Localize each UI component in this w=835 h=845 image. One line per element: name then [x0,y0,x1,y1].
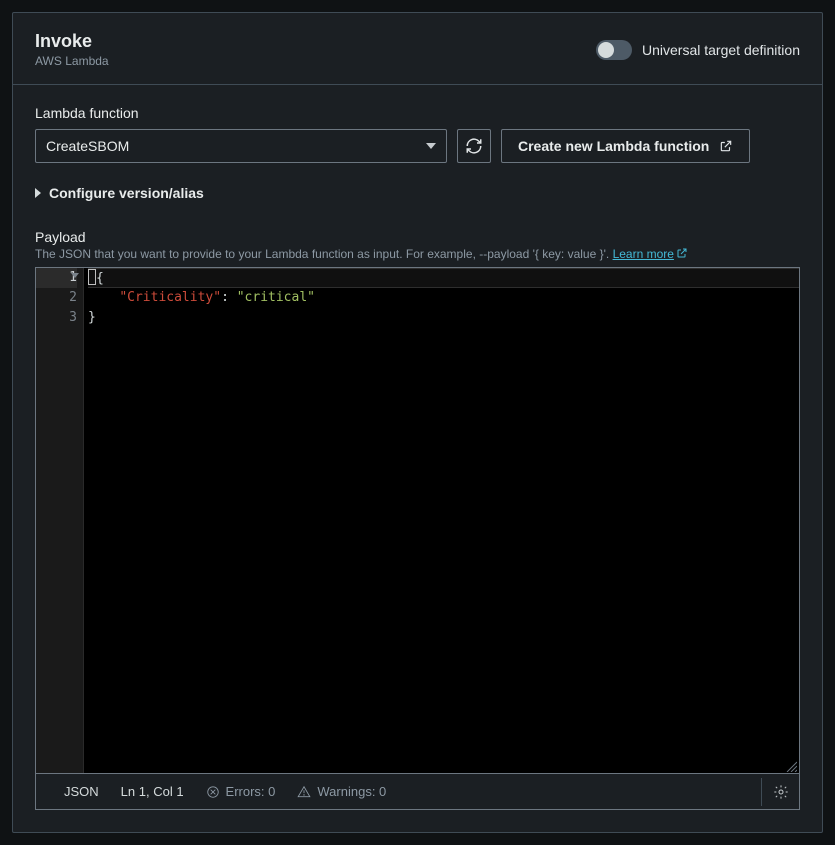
create-lambda-button[interactable]: Create new Lambda function [501,129,750,163]
toggle-knob [598,42,614,58]
resize-handle[interactable] [785,759,797,771]
warning-icon [297,785,311,799]
learn-more-link[interactable]: Learn more [613,247,674,261]
gutter-line-1: 1 [36,268,77,288]
code-line-3: } [88,308,799,328]
gutter-line-3: 3 [36,308,77,328]
header-title-block: Invoke AWS Lambda [35,31,109,68]
create-lambda-button-label: Create new Lambda function [518,138,709,154]
lambda-function-row: CreateSBOM Create new Lambda function [35,129,800,163]
payload-description-text: The JSON that you want to provide to you… [35,247,613,261]
caret-right-icon [35,188,41,198]
universal-target-toggle-group: Universal target definition [596,40,800,60]
code-token: : [221,290,237,305]
code-token: { [96,271,104,286]
universal-target-toggle-label: Universal target definition [642,42,800,58]
lambda-function-selected-value: CreateSBOM [46,138,129,154]
editor-statusbar: JSON Ln 1, Col 1 Errors: 0 [36,773,799,809]
statusbar-cursor-position: Ln 1, Col 1 [121,784,184,799]
statusbar-warnings[interactable]: Warnings: 0 [297,784,386,799]
text-cursor [88,269,96,285]
resize-icon [785,760,797,772]
fold-caret-icon[interactable] [71,273,79,278]
universal-target-toggle[interactable] [596,40,632,60]
code-token-key: "Criticality" [119,290,221,305]
invoke-panel: Invoke AWS Lambda Universal target defin… [12,12,823,833]
panel-body: Lambda function CreateSBOM Create new La… [13,85,822,832]
editor-gutter: 1 2 3 [36,268,84,773]
configure-version-alias-expander[interactable]: Configure version/alias [35,185,800,201]
statusbar-format[interactable]: JSON [64,784,99,799]
gutter-line-2: 2 [36,288,77,308]
payload-description: The JSON that you want to provide to you… [35,247,800,261]
payload-title: Payload [35,229,800,245]
statusbar-errors[interactable]: Errors: 0 [206,784,276,799]
editor-settings-button[interactable] [761,778,789,806]
panel-title: Invoke [35,31,109,52]
lambda-function-select[interactable]: CreateSBOM [35,129,447,163]
statusbar-warnings-label: Warnings: 0 [317,784,386,799]
refresh-icon [465,137,483,155]
payload-code-editor[interactable]: 1 2 3 { "Criticality": "critical" } [36,268,799,773]
panel-subtitle: AWS Lambda [35,54,109,68]
payload-section: Payload The JSON that you want to provid… [35,229,800,810]
gear-icon [773,784,789,800]
chevron-down-icon [426,143,436,149]
lambda-function-label: Lambda function [35,105,800,121]
code-token: } [88,310,96,325]
external-link-icon [719,139,733,153]
configure-version-alias-label: Configure version/alias [49,185,204,201]
payload-editor-container: 1 2 3 { "Criticality": "critical" } [35,267,800,810]
editor-code-area[interactable]: { "Criticality": "critical" } [84,268,799,773]
statusbar-errors-label: Errors: 0 [226,784,276,799]
panel-header: Invoke AWS Lambda Universal target defin… [13,13,822,85]
code-line-1: { [88,268,799,288]
refresh-button[interactable] [457,129,491,163]
code-token-value: "critical" [237,290,315,305]
code-line-2: "Criticality": "critical" [88,288,799,308]
external-link-icon [676,247,688,259]
error-icon [206,785,220,799]
